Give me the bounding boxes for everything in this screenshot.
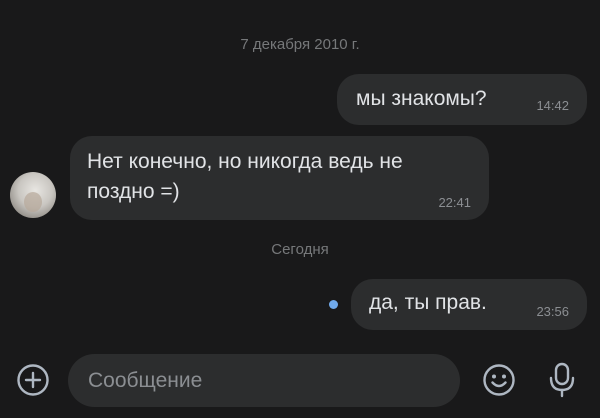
message-outgoing[interactable]: да, ты прав. 23:56 (351, 279, 587, 330)
smile-icon[interactable] (482, 363, 516, 397)
message-time: 23:56 (536, 304, 569, 319)
date-separator: 7 декабря 2010 г. (240, 36, 360, 53)
message-time: 22:41 (438, 195, 471, 210)
message-incoming[interactable]: Нет конечно, но никогда ведь не поздно =… (70, 136, 489, 220)
avatar[interactable] (10, 172, 56, 218)
unread-indicator (329, 300, 338, 309)
microphone-icon[interactable] (546, 361, 578, 399)
message-input[interactable] (88, 354, 448, 407)
message-time: 14:42 (536, 98, 569, 113)
date-separator: Сегодня (271, 241, 329, 258)
message-input-container[interactable] (68, 354, 460, 407)
message-outgoing[interactable]: мы знакомы? 14:42 (337, 74, 587, 125)
plus-circle-icon[interactable] (16, 363, 50, 397)
message-text: Нет конечно, но никогда ведь не поздно =… (87, 150, 403, 203)
